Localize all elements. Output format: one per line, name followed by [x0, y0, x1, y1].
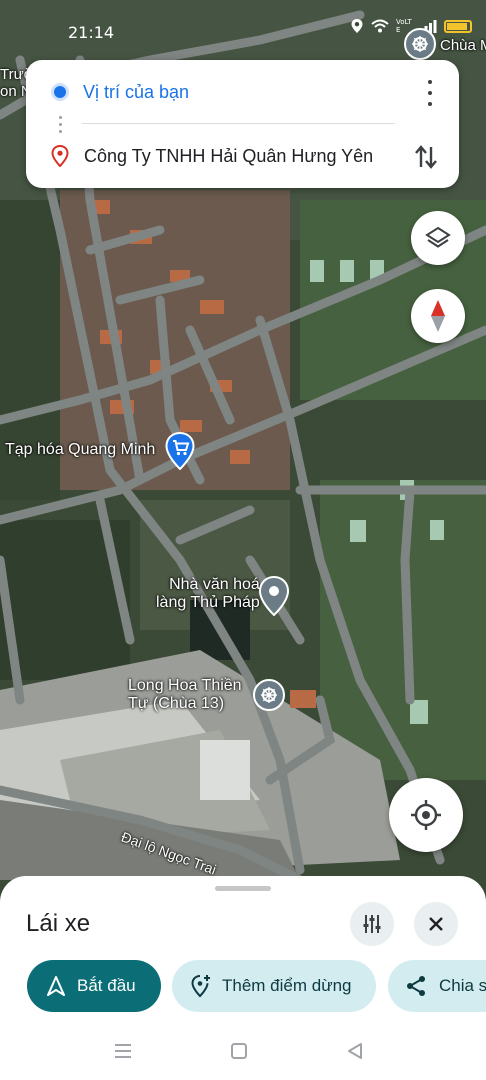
- add-stop-label: Thêm điểm dừng: [222, 976, 352, 995]
- map-label-pagoda-top: Chùa M: [440, 37, 486, 54]
- home-icon[interactable]: [230, 1042, 248, 1060]
- culture-house-pin[interactable]: [258, 575, 290, 621]
- route-card: Vị trí của bạn Công Ty TNHH Hải Quân Hưn…: [26, 60, 459, 188]
- origin-dot-icon: [54, 86, 66, 98]
- layers-button[interactable]: [411, 211, 465, 265]
- map-label-temple-line1: Long Hoa Thiền: [128, 677, 242, 694]
- route-divider: [82, 123, 395, 124]
- map-label-culture-house[interactable]: Nhà văn hoá làng Thủ Pháp: [156, 576, 260, 612]
- swap-route-icon[interactable]: [411, 142, 441, 172]
- pagoda-top-pin[interactable]: [404, 28, 436, 60]
- more-options-icon[interactable]: [427, 80, 433, 106]
- compass-icon: [431, 300, 445, 332]
- location-status-icon: [351, 19, 363, 33]
- add-stop-icon: [191, 975, 210, 998]
- origin-field[interactable]: Vị trí của bạn: [83, 82, 189, 103]
- map-label-temple[interactable]: Long Hoa Thiền Tự (Chùa 13): [128, 677, 242, 713]
- dharma-wheel-icon: [412, 36, 428, 52]
- map-label-culture-house-line2: làng Thủ Pháp: [156, 594, 260, 611]
- crosshair-icon: [411, 800, 441, 830]
- share-button[interactable]: Chia s: [388, 960, 486, 1012]
- battery-icon: [444, 19, 472, 33]
- sliders-icon: [363, 915, 381, 933]
- temple-pin[interactable]: [253, 679, 285, 711]
- store-pin[interactable]: [165, 431, 195, 475]
- status-time: 21:14: [68, 23, 115, 42]
- wifi-icon: [371, 19, 389, 33]
- start-button-label: Bắt đầu: [77, 976, 136, 995]
- destination-pin-icon: [51, 145, 69, 167]
- start-button[interactable]: Bắt đầu: [27, 960, 161, 1012]
- map-label-store[interactable]: Tạp hóa Quang Minh: [5, 441, 155, 459]
- shopping-cart-pin-icon: [165, 431, 195, 471]
- compass-button[interactable]: [411, 289, 465, 343]
- route-connector: [59, 116, 62, 133]
- landmark-pin-icon: [258, 575, 290, 617]
- destination-row[interactable]: Công Ty TNHH Hải Quân Hưng Yên: [50, 143, 373, 169]
- recent-apps-icon[interactable]: [113, 1042, 133, 1060]
- close-button[interactable]: [414, 902, 458, 946]
- system-nav-bar: [0, 1024, 486, 1080]
- share-icon: [407, 976, 425, 996]
- navigation-arrow-icon: [47, 976, 65, 996]
- map-label-culture-house-line1: Nhà văn hoá: [169, 576, 260, 593]
- travel-mode-title: Lái xe: [26, 910, 91, 937]
- route-options-button[interactable]: [350, 902, 394, 946]
- share-label: Chia s: [439, 976, 486, 995]
- my-location-button[interactable]: [389, 778, 463, 852]
- map-label-temple-line2: Tự (Chùa 13): [128, 695, 225, 712]
- destination-field[interactable]: Công Ty TNHH Hải Quân Hưng Yên: [84, 146, 373, 167]
- back-icon[interactable]: [346, 1042, 364, 1060]
- layers-icon: [425, 226, 451, 248]
- dharma-wheel-icon: [261, 687, 277, 703]
- add-stop-button[interactable]: Thêm điểm dừng: [172, 960, 376, 1012]
- sheet-drag-handle[interactable]: [215, 886, 271, 891]
- origin-row[interactable]: Vị trí của bạn: [54, 80, 189, 104]
- close-icon: [429, 917, 443, 931]
